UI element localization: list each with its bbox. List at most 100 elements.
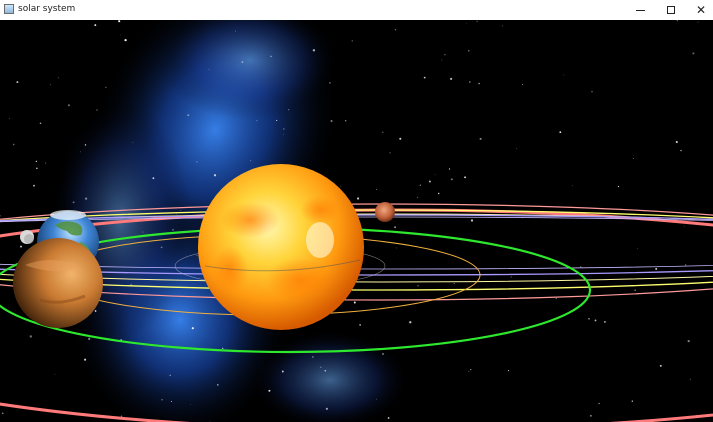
star: [617, 185, 620, 188]
app-window-icon: [4, 4, 14, 14]
star: [208, 69, 210, 71]
star: [9, 118, 11, 120]
star: [169, 374, 171, 377]
star: [282, 128, 285, 130]
star: [637, 248, 638, 249]
star: [16, 81, 19, 84]
star: [659, 364, 662, 367]
star: [468, 370, 470, 372]
maximize-button[interactable]: [656, 0, 686, 20]
3d-scene-viewport[interactable]: [0, 20, 713, 422]
scene-canvas[interactable]: [0, 20, 713, 422]
star: [160, 246, 163, 249]
star: [353, 301, 356, 304]
star: [419, 184, 421, 186]
star: [634, 289, 636, 291]
star: [689, 378, 691, 380]
star: [283, 133, 284, 135]
title-bar[interactable]: solar system ✕: [0, 0, 713, 21]
star: [270, 55, 272, 58]
star: [250, 160, 252, 162]
star: [376, 398, 377, 400]
star: [118, 20, 121, 23]
close-button[interactable]: ✕: [686, 0, 713, 20]
star: [189, 404, 191, 405]
star: [235, 30, 237, 32]
star: [351, 40, 353, 42]
star: [449, 77, 453, 81]
star: [434, 174, 436, 175]
star: [324, 369, 327, 372]
star: [516, 148, 518, 149]
star: [697, 21, 699, 23]
star: [84, 197, 88, 200]
star: [54, 373, 56, 375]
star: [399, 137, 402, 140]
star: [94, 310, 97, 312]
star: [130, 283, 132, 285]
star: [510, 276, 512, 278]
star: [20, 245, 22, 248]
star: [49, 84, 51, 86]
star: [357, 197, 360, 200]
star: [196, 161, 198, 163]
star: [417, 284, 419, 287]
star: [448, 168, 451, 170]
star: [382, 131, 384, 133]
star: [57, 77, 59, 79]
star: [501, 25, 503, 27]
sun: [198, 164, 364, 330]
star: [676, 20, 678, 22]
star: [45, 162, 47, 164]
star: [685, 264, 687, 266]
star: [79, 151, 81, 153]
star: [268, 389, 271, 392]
star: [598, 402, 600, 405]
star: [588, 318, 590, 320]
star: [359, 324, 361, 326]
star: [67, 104, 70, 107]
star: [631, 400, 633, 402]
star: [180, 210, 182, 211]
close-icon: ✕: [695, 3, 707, 17]
star: [213, 174, 217, 177]
star: [191, 327, 194, 330]
star: [29, 335, 32, 338]
star: [1, 412, 4, 415]
maximize-icon: [667, 6, 675, 14]
star: [320, 366, 322, 368]
star: [680, 149, 682, 152]
star: [555, 298, 557, 300]
star: [39, 122, 42, 124]
star: [522, 83, 523, 85]
star: [396, 247, 398, 249]
star: [470, 219, 474, 222]
star: [450, 178, 453, 181]
star: [241, 61, 244, 64]
star: [84, 144, 87, 146]
star: [288, 109, 290, 111]
minimize-button[interactable]: [625, 0, 655, 20]
star: [72, 201, 75, 204]
star: [589, 414, 592, 417]
star: [437, 192, 440, 195]
mars: [375, 202, 395, 222]
star: [409, 321, 412, 324]
app-window: solar system ✕: [0, 0, 713, 422]
star: [428, 180, 431, 183]
star: [124, 38, 127, 42]
star: [196, 254, 198, 256]
star: [256, 120, 258, 122]
star: [142, 231, 144, 233]
star: [476, 20, 478, 22]
star: [88, 337, 91, 341]
star: [187, 114, 190, 117]
star: [36, 167, 38, 170]
star: [507, 369, 510, 372]
star: [132, 141, 134, 143]
star: [683, 226, 685, 228]
star: [464, 176, 467, 179]
star: [96, 109, 98, 111]
star: [330, 120, 333, 122]
window-title: solar system: [18, 4, 76, 14]
